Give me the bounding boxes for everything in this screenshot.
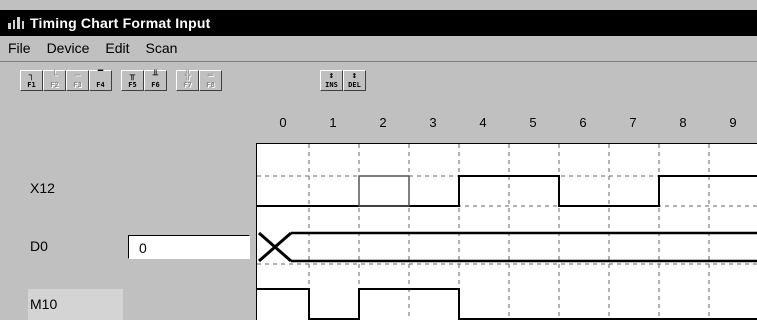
x12-waveform [257,175,757,207]
timing-chart-canvas[interactable] [257,144,757,320]
f4-high-level-button[interactable]: ▔ F4 [89,70,112,91]
menu-edit[interactable]: Edit [97,40,137,56]
time-tick: 1 [329,115,337,130]
low-level-icon: ─ [74,71,81,81]
app-icon [8,17,24,29]
f7-button[interactable]: ╬ F7 [176,70,199,91]
delete-column-button[interactable]: ↕ DEL [343,70,366,91]
menu-device[interactable]: Device [39,40,98,56]
signal-label-d0: D0 [30,238,48,254]
time-tick: 0 [279,115,287,130]
time-tick: 7 [629,115,637,130]
falling-edge-icon: └ [51,71,58,81]
time-tick: 6 [579,115,587,130]
x12-selected-cell [358,175,410,207]
f1-rising-edge-button[interactable]: ┐ F1 [20,70,43,91]
timing-chart[interactable] [256,143,757,320]
rising-edge-icon: ┐ [28,71,35,81]
window-title: Timing Chart Format Input [30,15,211,31]
signal-label-m10: M10 [30,296,58,312]
inverted-pulse-train-icon: ╨ [152,71,159,81]
signal-label-x12: X12 [30,180,55,196]
insert-column-button[interactable]: ↕ INS [320,70,343,91]
time-tick: 4 [479,115,487,130]
time-tick: 5 [529,115,537,130]
time-tick: 2 [379,115,387,130]
m10-waveform [257,288,757,320]
pulse-train-disabled-icon: ╬ [184,71,191,81]
menu-file[interactable]: File [0,40,39,56]
menu-bar: File Device Edit Scan [0,36,757,60]
pulse-train-icon: ╥ [129,71,136,81]
high-level-icon: ▔ [97,71,104,81]
f3-low-level-button[interactable]: ─ F3 [66,70,89,91]
signal-label-m10-cell[interactable]: M10 [28,289,123,320]
delete-column-icon: ↕ [351,71,358,81]
level-set-icon: ═ [207,71,214,81]
toolbar: ┐ F1 └ F2 ─ F3 ▔ F4 ╥ F5 ╨ F6 ╬ F7 ═ F8 … [0,62,757,92]
f6-inverted-pulse-train-button[interactable]: ╨ F6 [144,70,167,91]
time-tick: 8 [679,115,687,130]
time-tick: 3 [429,115,437,130]
f5-pulse-train-button[interactable]: ╥ F5 [121,70,144,91]
time-tick: 9 [729,115,737,130]
d0-value-input[interactable]: 0 [128,235,250,259]
menu-scan[interactable]: Scan [137,40,185,56]
timing-chart-window: Timing Chart Format Input File Device Ed… [0,0,757,320]
f2-falling-edge-button[interactable]: └ F2 [43,70,66,91]
insert-column-icon: ↕ [328,71,335,81]
f8-button[interactable]: ═ F8 [199,70,222,91]
title-bar: Timing Chart Format Input [0,10,757,36]
